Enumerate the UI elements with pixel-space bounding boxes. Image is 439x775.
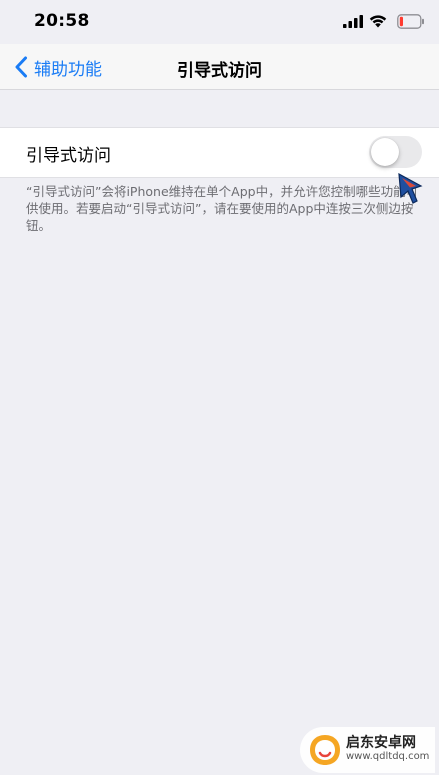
watermark-url: www.qdltdq.com: [346, 751, 430, 762]
footer-note: “引导式访问”会将iPhone维持在单个App中，并允许您控制哪些功能可供使用。…: [26, 184, 419, 233]
cursor-icon: [398, 172, 423, 204]
guided-access-toggle[interactable]: [369, 136, 422, 168]
watermark: 启东安卓网 www.qdltdq.com: [300, 727, 435, 773]
signal-icon: [343, 15, 363, 28]
back-button[interactable]: 辅助功能: [14, 53, 102, 81]
status-icons: [335, 13, 425, 31]
watermark-logo-icon: [310, 735, 340, 765]
watermark-text: 启东安卓网 www.qdltdq.com: [346, 736, 429, 764]
toggle-knob: [371, 138, 399, 166]
chevron-left-icon: [15, 56, 27, 78]
battery-icon: [397, 14, 424, 29]
status-time: 20:58: [34, 11, 90, 31]
navigation-bar: 辅助功能 引导式访问: [0, 44, 439, 90]
wifi-icon: [369, 15, 387, 28]
guided-access-row: 引导式访问: [0, 127, 439, 178]
status-bar: 20:58: [0, 0, 439, 44]
guided-access-label: 引导式访问: [26, 146, 111, 166]
watermark-title: 启东安卓网: [346, 735, 416, 751]
back-label: 辅助功能: [34, 59, 102, 80]
